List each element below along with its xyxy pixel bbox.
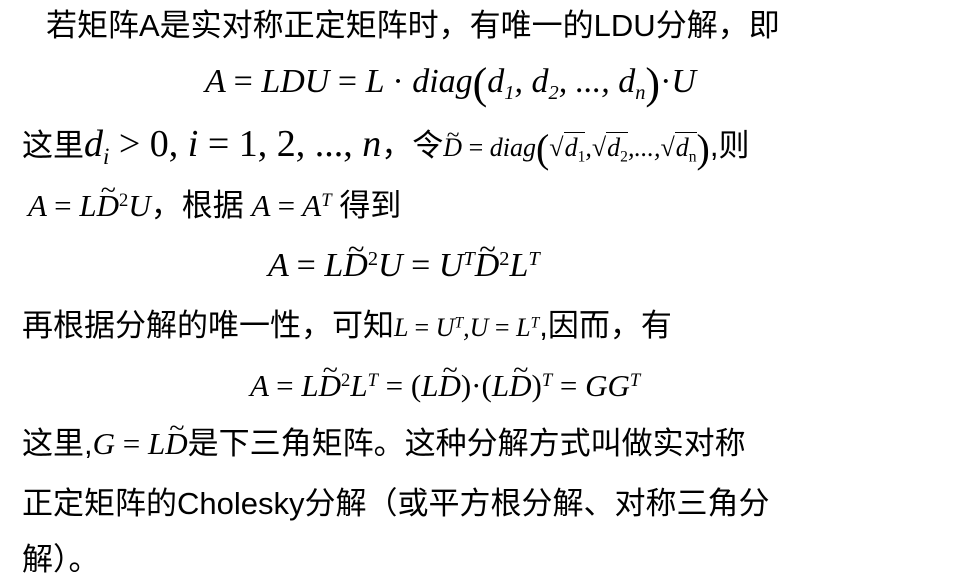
paragraph-symmetry-suffix: 得到 (339, 188, 402, 223)
paragraph-g-prefix: 这里, (22, 426, 93, 461)
equation-ldu: A = LDU = L · diag(d1, d2, ..., dn)·U (205, 59, 696, 108)
paragraph-uniqueness-suffix: ,因而，有 (539, 308, 672, 343)
paragraph-symmetry: A = LD2U，根据 A = AT 得到 (28, 171, 402, 226)
g-equals-ldtilde: G = LD (93, 409, 188, 461)
paragraph-uniqueness-prefix: 再根据分解的唯一性，可知 (22, 308, 394, 343)
paragraph-define-d-suffix: ,则 (709, 128, 750, 163)
paragraph-end: 解）。 (22, 542, 100, 577)
paragraph-uniqueness: 再根据分解的唯一性，可知L = UT,U = LT,因而，有 (22, 306, 672, 348)
condition-formula: di > 0, i = 1, 2, ..., n (84, 123, 382, 169)
dtilde-definition: D = diag(√d1,√d2,...,√dn) (443, 115, 710, 168)
a-transpose: A = AT (243, 188, 332, 223)
paragraph-symmetry-mid: ，根据 (150, 188, 244, 223)
equation-cholesky: A = LD2LT = (LD)·(LD)T = GGT (250, 351, 640, 406)
paragraph-g-definition: 这里,G = LD是下三角矩阵。这种分解方式叫做实对称 (22, 409, 746, 464)
l-equals-ut: L = UT,U = LT (394, 313, 540, 342)
paragraph-define-d-mid: ，令 (381, 128, 444, 163)
a-ldtilde-u: A = LD2U (28, 171, 151, 223)
paragraph-define-d-prefix: 这里 (22, 128, 84, 163)
paragraph-g-suffix: 是下三角矩阵。这种分解方式叫做实对称 (187, 426, 746, 461)
paragraph-intro: 若矩阵A是实对称正定矩阵时，有唯一的LDU分解，即 (46, 8, 780, 43)
equation-ldu-text: A = LDU = L · diag(d1, d2, ..., dn)·U (205, 59, 696, 108)
paragraph-cholesky-name: 正定矩阵的Cholesky分解（或平方根分解、对称三角分 (22, 486, 770, 521)
equation-symmetric: A = LD2U = UTD2LT (268, 229, 540, 286)
paragraph-define-d: 这里di > 0, i = 1, 2, ..., n，令D = diag(√d1… (22, 115, 750, 169)
